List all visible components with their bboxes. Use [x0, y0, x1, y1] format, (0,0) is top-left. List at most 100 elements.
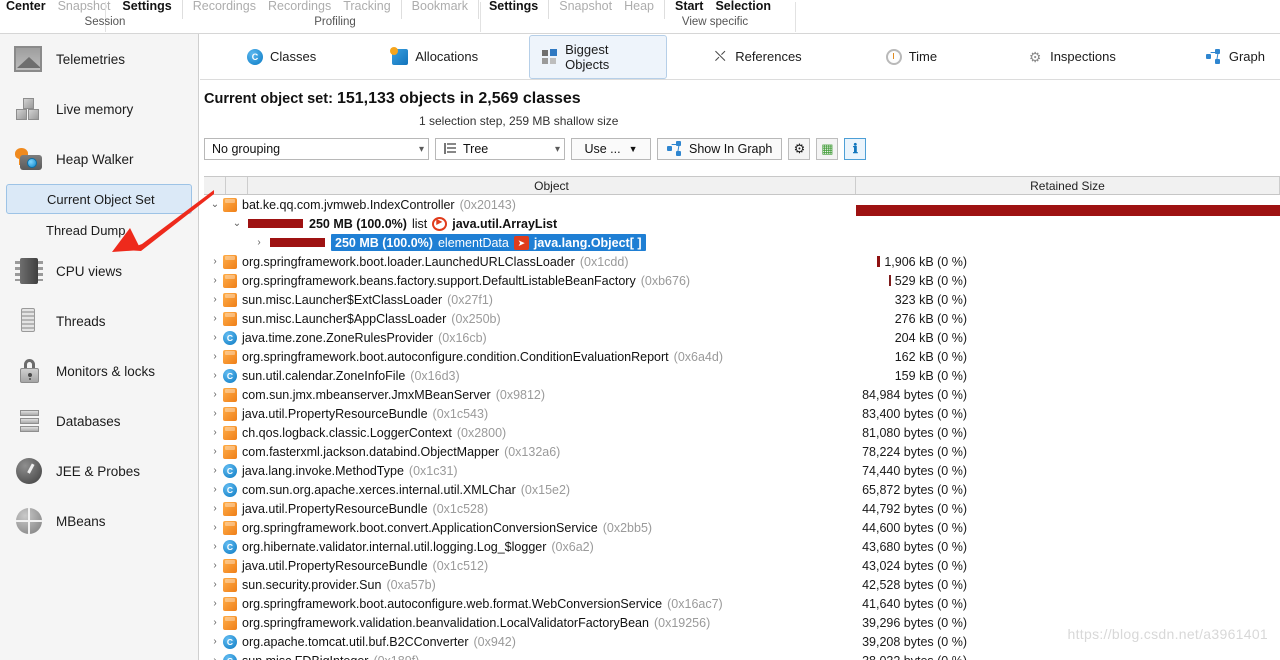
tab-graph[interactable]: Graph — [1193, 42, 1278, 72]
table-row[interactable]: ch.qos.logback.classic.LoggerContext (0x2… — [204, 423, 1280, 442]
retained-size-cell: 41,640 bytes (0 %) — [855, 597, 1280, 611]
tab-allocations[interactable]: Allocations — [379, 42, 491, 72]
table-row[interactable]: org.springframework.beans.factory.suppor… — [204, 271, 1280, 290]
table-row[interactable]: Corg.hibernate.validator.internal.util.l… — [204, 537, 1280, 556]
ribbon-item-start[interactable]: Start — [669, 0, 709, 16]
table-row[interactable]: 250 MB (100.0%) list java.util.ArrayList — [204, 214, 1280, 233]
retained-size-value: 74,440 bytes (0 %) — [862, 463, 967, 478]
table-row[interactable]: Cjava.time.zone.ZoneRulesProvider (0x16cb… — [204, 328, 1280, 347]
sidebar-item-databases[interactable]: Databases — [0, 396, 198, 446]
expand-toggle[interactable] — [208, 294, 222, 305]
sidebar-item-cpu-views[interactable]: CPU views — [0, 246, 198, 296]
expand-toggle[interactable] — [208, 446, 222, 457]
tab-biggest-objects[interactable]: Biggest Objects — [529, 34, 668, 79]
expand-toggle[interactable] — [208, 636, 222, 647]
expand-toggle[interactable] — [208, 389, 222, 400]
expand-toggle[interactable] — [208, 522, 222, 533]
class-icon: C — [223, 482, 237, 497]
inspections-icon: ⚙ — [1028, 48, 1042, 65]
tab-inspections[interactable]: ⚙ Inspections — [1014, 42, 1129, 72]
retained-size-value: 276 kB (0 %) — [894, 311, 967, 326]
ribbon-item-recordings-2[interactable]: Recordings — [262, 0, 337, 16]
table-row[interactable]: Csun.util.calendar.ZoneInfoFile (0x16d3) 1… — [204, 366, 1280, 385]
expand-toggle[interactable] — [208, 598, 222, 609]
sidebar-item-telemetries[interactable]: Telemetries — [0, 34, 198, 84]
table-row[interactable]: java.util.PropertyResourceBundle (0x1c512… — [204, 556, 1280, 575]
table-header-object[interactable]: Object — [248, 177, 856, 194]
object-cell: org.springframework.boot.loader.Launched… — [204, 254, 856, 269]
table-row[interactable]: bat.ke.qq.com.jvmweb.IndexController (0x… — [204, 195, 1280, 216]
ribbon-item-tracking[interactable]: Tracking — [337, 0, 396, 16]
selected-cell[interactable]: 250 MB (100.0%) elementData ➤ java.lang.… — [331, 234, 646, 251]
expand-toggle[interactable] — [208, 351, 222, 362]
table-row[interactable]: java.util.PropertyResourceBundle (0x1c543… — [204, 404, 1280, 423]
view-mode-select[interactable]: Tree ▾ — [435, 138, 565, 160]
tab-time[interactable]: Time — [873, 42, 950, 72]
info-button[interactable]: ℹ — [844, 138, 867, 160]
use-button[interactable]: Use ... ▼ — [571, 138, 651, 160]
sidebar-item-thread-dump[interactable]: Thread Dump — [0, 214, 198, 246]
show-in-graph-button[interactable]: Show In Graph — [657, 138, 783, 160]
retained-size-value: 41,640 bytes (0 %) — [862, 596, 967, 611]
expand-toggle[interactable] — [208, 617, 222, 628]
tab-references[interactable]: ⛌ References — [699, 42, 814, 72]
expand-toggle[interactable] — [208, 408, 222, 419]
sidebar-item-heap-walker[interactable]: Heap Walker — [0, 134, 198, 184]
ribbon-item-snapshot[interactable]: Snapshot — [52, 0, 117, 16]
sidebar-item-mbeans[interactable]: MBeans — [0, 496, 198, 546]
table-row[interactable]: Ccom.sun.org.apache.xerces.internal.util… — [204, 480, 1280, 499]
ribbon-item-center[interactable]: Center — [0, 0, 52, 16]
object-address: (0x19256) — [653, 615, 711, 630]
settings-button[interactable]: ⚙ — [788, 138, 811, 160]
retained-size-value: 81,080 bytes (0 %) — [862, 425, 967, 440]
sidebar-item-jee-probes[interactable]: JEE & Probes — [0, 446, 198, 496]
table-row[interactable]: sun.misc.Launcher$ExtClassLoader (0x27f1)… — [204, 290, 1280, 309]
ribbon-commands: Center Snapshot Settings Recordings Reco… — [0, 0, 1280, 19]
sidebar-item-threads[interactable]: Threads — [0, 296, 198, 346]
expand-toggle[interactable] — [208, 541, 222, 552]
ribbon-item-bookmark[interactable]: Bookmark — [406, 0, 474, 16]
expand-toggle[interactable] — [252, 237, 266, 248]
table-row[interactable]: Cjava.lang.invoke.MethodType (0x1c31) 74,4… — [204, 461, 1280, 480]
table-row[interactable]: org.springframework.boot.autoconfigure.w… — [204, 594, 1280, 613]
ribbon-item-heap[interactable]: Heap — [618, 0, 660, 16]
table-row[interactable]: 250 MB (100.0%) elementData ➤ java.lang.… — [204, 233, 1280, 252]
table-row[interactable]: org.springframework.boot.loader.Launched… — [204, 252, 1280, 271]
expand-toggle[interactable] — [208, 579, 222, 590]
object-cell: java.util.PropertyResourceBundle (0x1c543… — [204, 406, 855, 421]
table-header-retained-size[interactable]: Retained Size — [856, 177, 1280, 194]
table-row[interactable]: Csun.misc.FDBigInteger (0x189f) 38,032 byt… — [204, 651, 1280, 660]
expand-toggle[interactable] — [208, 560, 222, 571]
sidebar-item-monitors-locks[interactable]: Monitors & locks — [0, 346, 198, 396]
ribbon-item-recordings-1[interactable]: Recordings — [187, 0, 262, 16]
expand-toggle[interactable] — [208, 655, 222, 660]
ribbon-item-selection[interactable]: Selection — [709, 0, 777, 16]
sidebar-item-current-object-set[interactable]: Current Object Set — [6, 184, 192, 214]
table-row[interactable]: sun.misc.Launcher$AppClassLoader (0x250b)… — [204, 309, 1280, 328]
expand-toggle[interactable] — [208, 275, 222, 286]
expand-toggle[interactable] — [208, 503, 222, 514]
expand-toggle[interactable] — [230, 218, 244, 229]
expand-toggle[interactable] — [208, 427, 222, 438]
expand-toggle[interactable] — [208, 465, 222, 476]
table-row[interactable]: sun.security.provider.Sun (0xa57b) 42,528 … — [204, 575, 1280, 594]
ribbon-item-snapshot-2[interactable]: Snapshot — [553, 0, 618, 16]
ribbon-item-settings[interactable]: Settings — [116, 0, 177, 16]
table-row[interactable]: com.sun.jmx.mbeanserver.JmxMBeanServer (0… — [204, 385, 1280, 404]
table-row[interactable]: com.fasterxml.jackson.databind.ObjectMap… — [204, 442, 1280, 461]
table-row[interactable]: java.util.PropertyResourceBundle (0x1c528… — [204, 499, 1280, 518]
ribbon-item-settings-view[interactable]: Settings — [483, 0, 544, 16]
table-row[interactable]: org.springframework.boot.convert.Applica… — [204, 518, 1280, 537]
expand-toggle[interactable] — [208, 332, 222, 343]
expand-toggle[interactable] — [208, 370, 222, 381]
object-cell: Ccom.sun.org.apache.xerces.internal.util… — [204, 482, 855, 497]
expand-toggle[interactable] — [208, 313, 222, 324]
export-button[interactable]: ▦ — [816, 138, 839, 160]
sidebar-item-live-memory[interactable]: Live memory — [0, 84, 198, 134]
expand-toggle[interactable] — [208, 199, 222, 210]
tab-classes[interactable]: C Classes — [234, 42, 329, 72]
table-row[interactable]: org.springframework.boot.autoconfigure.c… — [204, 347, 1280, 366]
expand-toggle[interactable] — [208, 484, 222, 495]
expand-toggle[interactable] — [208, 256, 222, 267]
grouping-select[interactable]: No grouping ▾ — [204, 138, 429, 160]
